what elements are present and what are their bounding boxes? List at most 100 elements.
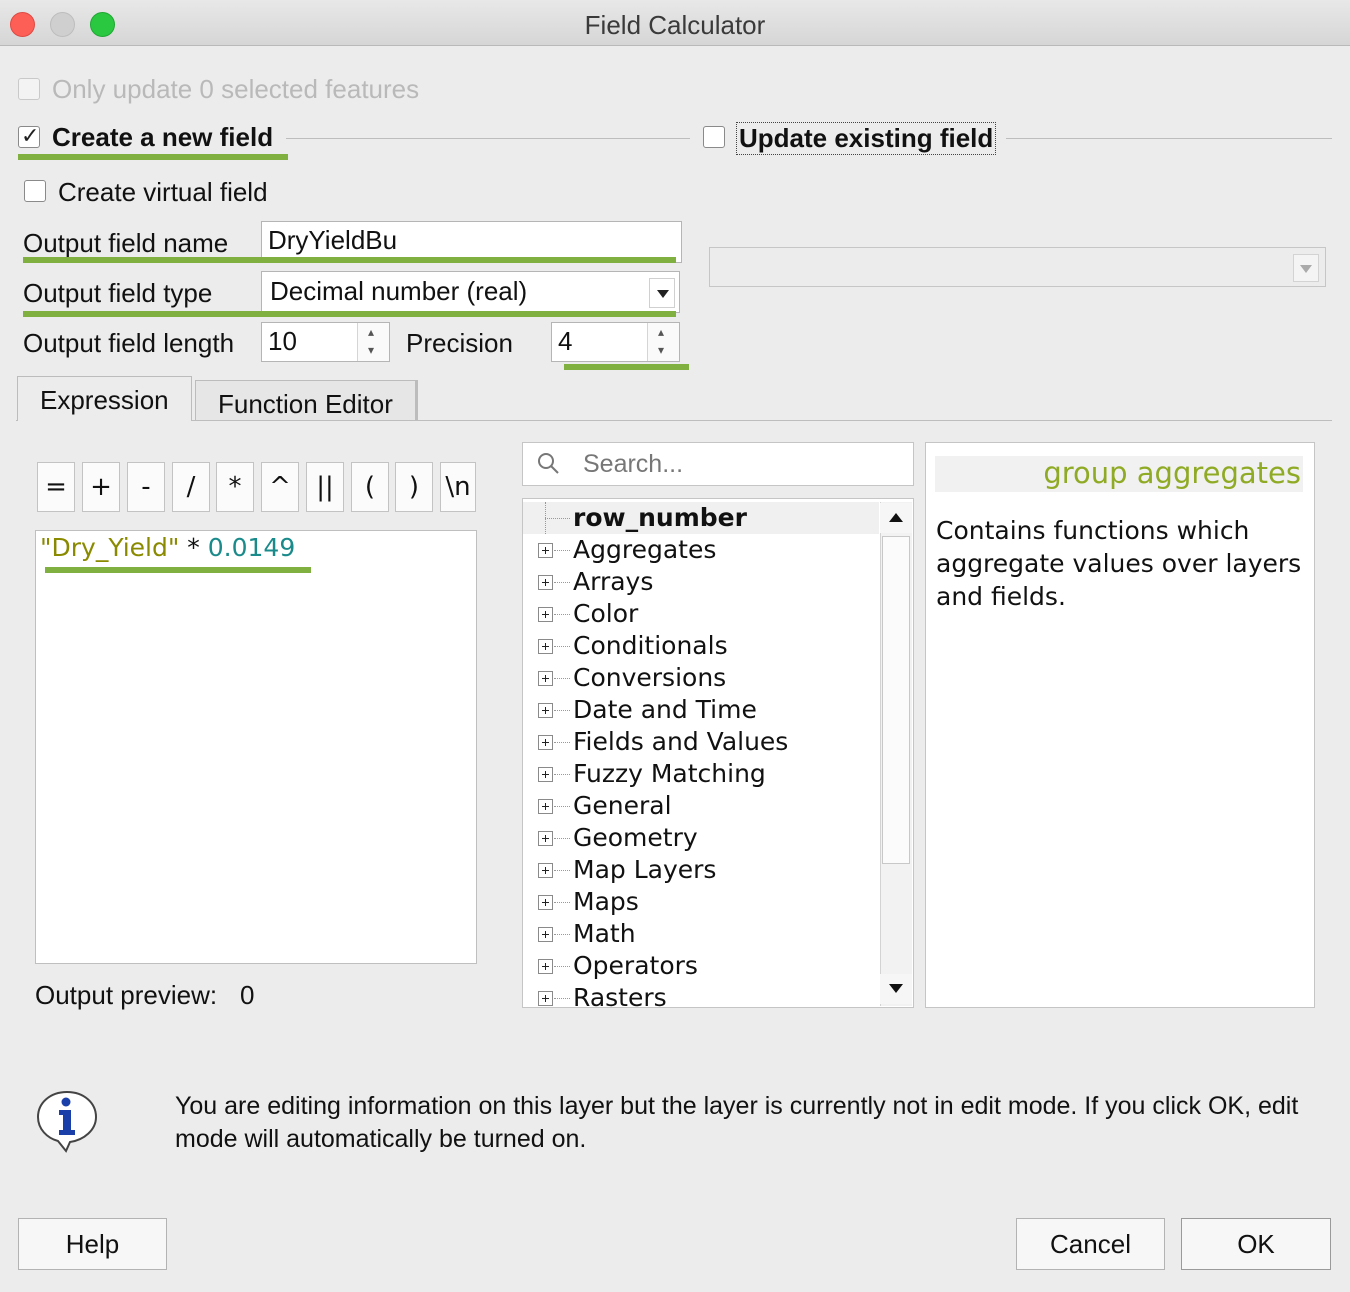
tree-group-conversions[interactable]: Conversions (523, 662, 879, 694)
highlight-underline (23, 311, 676, 317)
search-icon (538, 453, 559, 474)
tree-item-label: Rasters (573, 983, 667, 1008)
scroll-down-arrow-icon[interactable] (880, 974, 912, 1004)
tree-group-conditionals[interactable]: Conditionals (523, 630, 879, 662)
spin-down-icon[interactable]: ▾ (368, 343, 374, 357)
expand-plus-icon[interactable] (538, 543, 553, 558)
tab-function-editor[interactable]: Function Editor (195, 380, 418, 420)
expand-plus-icon[interactable] (538, 735, 553, 750)
tree-item-label: Operators (573, 951, 698, 980)
precision-value: 4 (558, 326, 573, 356)
help-description: Contains functions which aggregate value… (936, 516, 1302, 611)
output-field-length-label: Output field length (23, 328, 235, 358)
expand-plus-icon[interactable] (538, 895, 553, 910)
group-separator (286, 138, 690, 139)
expand-plus-icon[interactable] (538, 831, 553, 846)
highlight-underline (23, 257, 676, 263)
operator-plus-button[interactable]: + (82, 462, 120, 512)
tree-group-general[interactable]: General (523, 790, 879, 822)
expand-plus-icon[interactable] (538, 959, 553, 974)
create-virtual-field-checkbox[interactable] (24, 180, 46, 202)
operator-equals-button[interactable]: = (37, 462, 75, 512)
expand-plus-icon[interactable] (538, 639, 553, 654)
tree-group-date-and-time[interactable]: Date and Time (523, 694, 879, 726)
highlight-underline (18, 154, 288, 160)
tree-item-label: Date and Time (573, 695, 757, 724)
expression-number-token: 0.0149 (207, 533, 296, 562)
tab-bar-baseline (16, 420, 1332, 421)
operator-open-paren-button[interactable]: ( (351, 462, 389, 512)
tree-group-fields-and-values[interactable]: Fields and Values (523, 726, 879, 758)
spin-down-icon[interactable]: ▾ (658, 343, 664, 357)
help-button[interactable]: Help (18, 1218, 167, 1270)
output-field-type-label: Output field type (23, 278, 213, 308)
create-new-field-label: Create a new field (52, 122, 274, 152)
expand-plus-icon[interactable] (538, 575, 553, 590)
operator-newline-button[interactable]: \n (440, 462, 476, 512)
tree-scrollbar-thumb[interactable] (882, 536, 910, 864)
expression-editor[interactable]: "Dry_Yield" * 0.0149 (35, 530, 477, 964)
update-existing-field-checkbox[interactable] (703, 126, 725, 148)
expand-plus-icon[interactable] (538, 927, 553, 942)
function-search-input[interactable]: Search... (522, 442, 914, 486)
tree-group-map-layers[interactable]: Map Layers (523, 854, 879, 886)
expand-plus-icon[interactable] (538, 799, 553, 814)
tree-item-label: Map Layers (573, 855, 717, 884)
tree-group-arrays[interactable]: Arrays (523, 566, 879, 598)
tree-item-row-number[interactable]: row_number (523, 502, 879, 534)
tree-group-aggregates[interactable]: Aggregates (523, 534, 879, 566)
output-field-type-value: Decimal number (real) (270, 276, 528, 306)
tree-item-label: Color (573, 599, 639, 628)
operator-minus-button[interactable]: - (127, 462, 165, 512)
operator-close-paren-button[interactable]: ) (395, 462, 433, 512)
spin-buttons[interactable]: ▴ ▾ (647, 323, 679, 361)
output-field-type-select[interactable]: Decimal number (real) (261, 271, 680, 313)
group-separator (1006, 138, 1332, 139)
operator-concat-button[interactable]: || (306, 462, 344, 512)
only-update-selected-checkbox[interactable] (18, 78, 40, 100)
tab-expression[interactable]: Expression (17, 376, 192, 421)
scroll-up-arrow-icon[interactable] (880, 503, 912, 533)
operator-multiply-button[interactable]: * (216, 462, 254, 512)
highlight-underline (564, 364, 689, 370)
output-preview-label: Output preview: (35, 980, 218, 1010)
tree-group-rasters[interactable]: Rasters (523, 982, 879, 1008)
tree-item-label: Fuzzy Matching (573, 759, 766, 788)
tree-group-fuzzy-matching[interactable]: Fuzzy Matching (523, 758, 879, 790)
output-preview-value: 0 (240, 980, 255, 1010)
tree-item-label: Conversions (573, 663, 727, 692)
highlight-underline (45, 567, 311, 573)
expand-plus-icon[interactable] (538, 863, 553, 878)
chevron-down-icon (649, 278, 675, 308)
precision-spinbox[interactable]: 4 ▴ ▾ (551, 322, 680, 362)
checkmark-icon: ✓ (21, 123, 40, 148)
update-existing-field-label: Update existing field (736, 122, 997, 155)
expand-plus-icon[interactable] (538, 703, 553, 718)
output-field-name-label: Output field name (23, 228, 229, 258)
ok-button[interactable]: OK (1181, 1218, 1331, 1270)
tree-group-math[interactable]: Math (523, 918, 879, 950)
expand-plus-icon[interactable] (538, 671, 553, 686)
output-field-length-spinbox[interactable]: 10 ▴ ▾ (261, 322, 390, 362)
tree-group-color[interactable]: Color (523, 598, 879, 630)
cancel-button[interactable]: Cancel (1016, 1218, 1165, 1270)
create-virtual-field-label: Create virtual field (58, 177, 268, 207)
create-new-field-checkbox[interactable]: ✓ (18, 123, 40, 148)
expand-plus-icon[interactable] (538, 607, 553, 622)
tree-group-operators[interactable]: Operators (523, 950, 879, 982)
output-field-length-value: 10 (268, 326, 297, 356)
tree-group-geometry[interactable]: Geometry (523, 822, 879, 854)
expand-plus-icon[interactable] (538, 991, 553, 1006)
tree-item-label: Fields and Values (573, 727, 789, 756)
operator-power-button[interactable]: ^ (261, 462, 299, 512)
spin-up-icon[interactable]: ▴ (368, 325, 374, 339)
expand-plus-icon[interactable] (538, 767, 553, 782)
function-tree[interactable]: row_number Aggregates Arrays Color Condi… (522, 498, 914, 1008)
spin-buttons[interactable]: ▴ ▾ (357, 323, 389, 361)
existing-field-select[interactable] (709, 247, 1326, 287)
spin-up-icon[interactable]: ▴ (658, 325, 664, 339)
precision-label: Precision (406, 328, 513, 358)
help-title: group aggregates (935, 456, 1303, 492)
operator-divide-button[interactable]: / (172, 462, 210, 512)
tree-group-maps[interactable]: Maps (523, 886, 879, 918)
